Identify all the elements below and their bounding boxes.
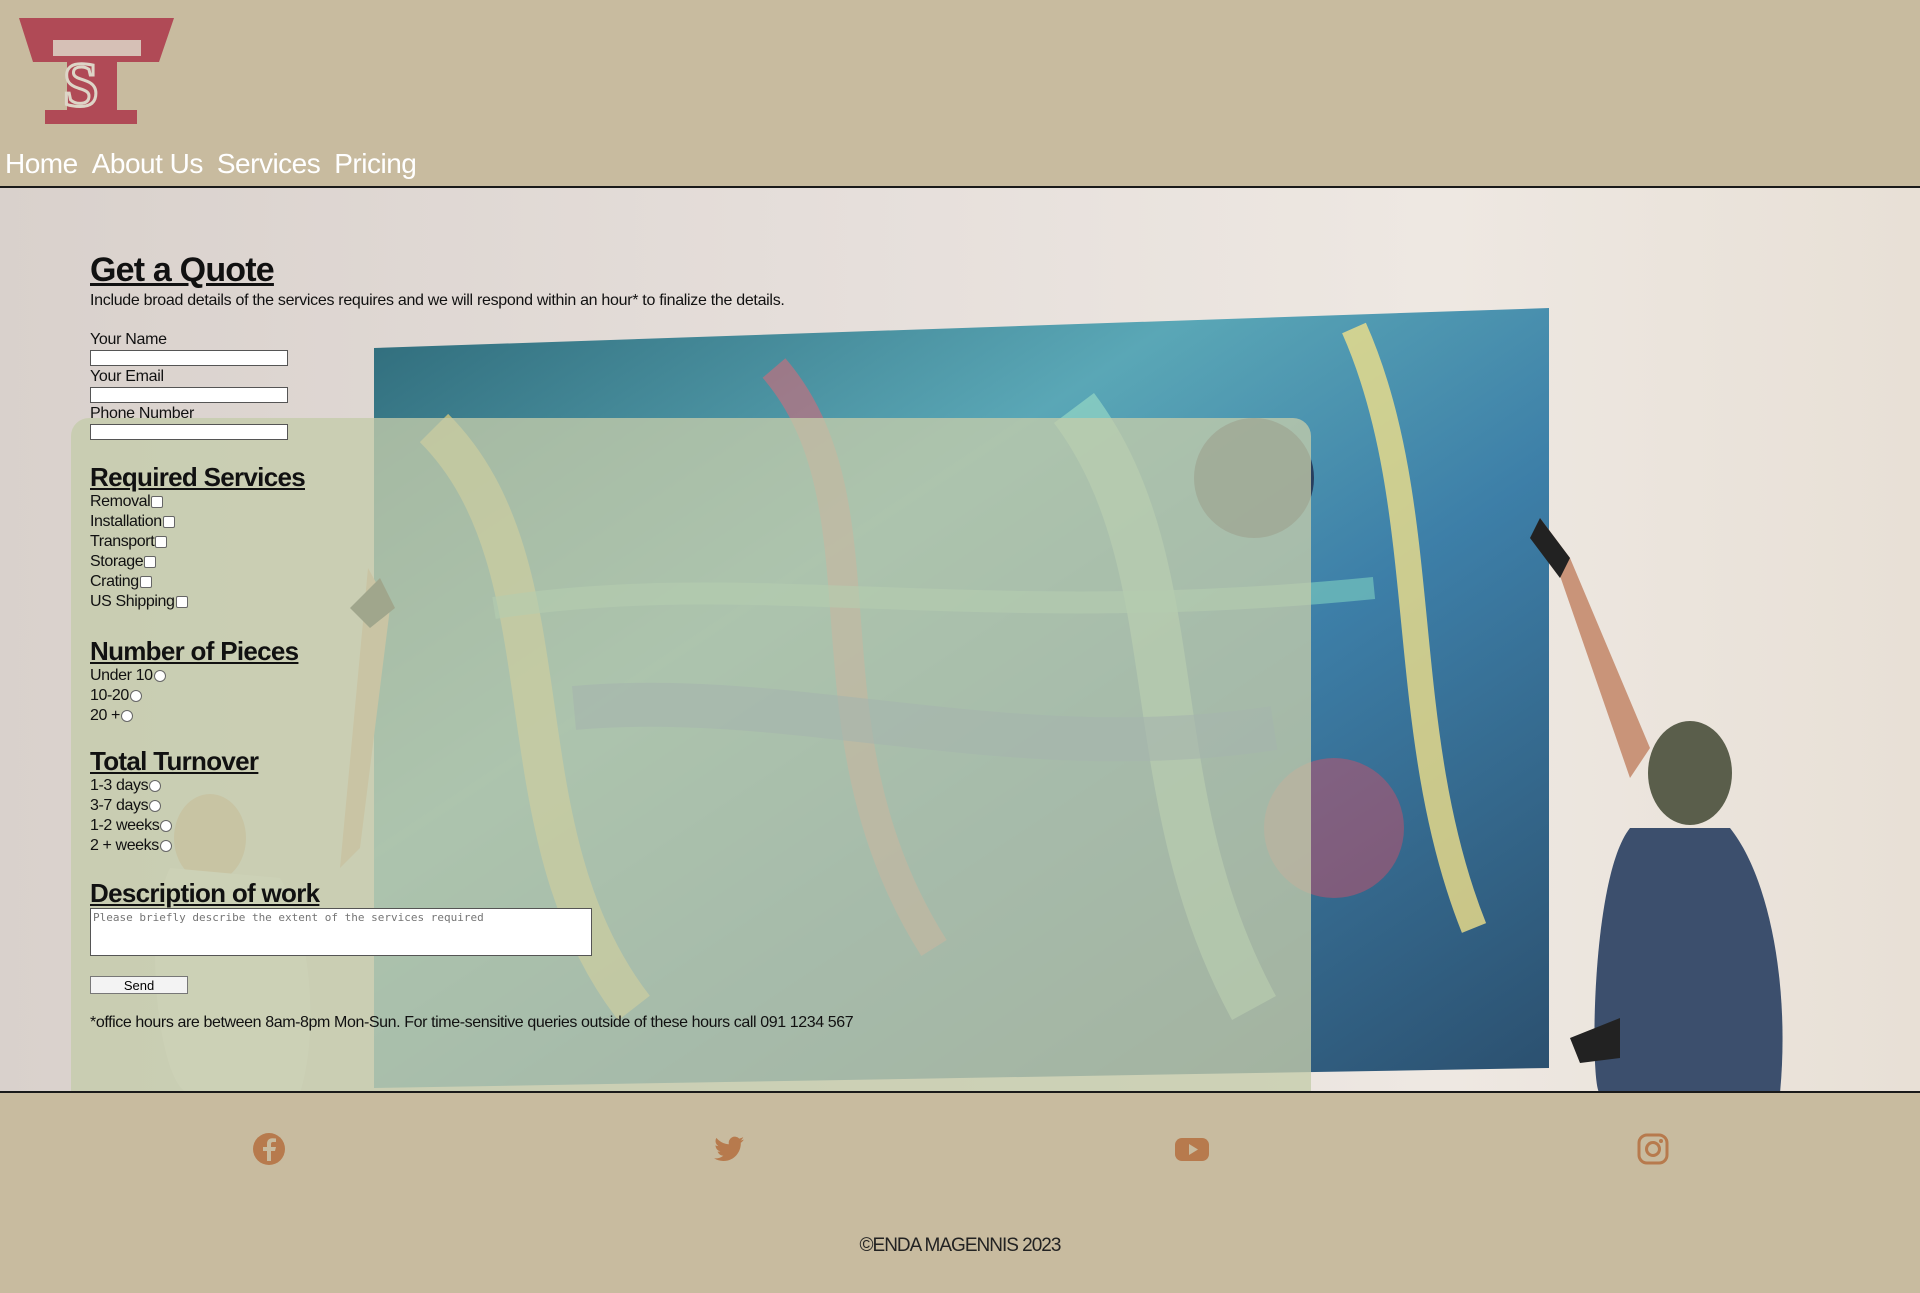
form-lead-text: Include broad details of the services re…: [90, 292, 785, 309]
service-label: Storage: [90, 553, 144, 570]
pieces-label: 10-20: [90, 687, 129, 704]
svg-text:S: S: [63, 49, 99, 120]
turnover-label: 2 + weeks: [90, 837, 159, 854]
turnover-heading: Total Turnover: [90, 746, 259, 776]
copyright-text: ©ENDA MAGENNIS 2023: [859, 1235, 1062, 1256]
turnover-option-1-3-days: 1-3 days: [90, 776, 1190, 796]
us-shipping-checkbox[interactable]: [175, 596, 188, 608]
nav-home[interactable]: Home: [5, 148, 78, 180]
service-option-installation: Installation: [90, 512, 1190, 532]
pieces-option-20-plus: 20 +: [90, 706, 1190, 726]
service-label: Installation: [90, 513, 162, 530]
form-title: Get a Quote: [90, 251, 275, 289]
service-option-removal: Removal: [90, 492, 1190, 512]
nav-services[interactable]: Services: [217, 148, 321, 180]
phone-label: Phone Number: [90, 405, 195, 422]
email-input[interactable]: [90, 387, 288, 403]
youtube-icon[interactable]: [1174, 1131, 1210, 1167]
site-header: S Home About Us Services Pricing: [0, 0, 1920, 188]
pieces-label: 20 +: [90, 707, 120, 724]
service-option-transport: Transport: [90, 532, 1190, 552]
under-10-radio[interactable]: [153, 670, 166, 682]
service-label: Transport: [90, 533, 155, 550]
1-2-weeks-radio[interactable]: [160, 820, 173, 832]
service-label: Removal: [90, 493, 151, 510]
pieces-option-under-10: Under 10: [90, 666, 1190, 686]
main-nav: Home About Us Services Pricing: [5, 148, 417, 180]
turnover-option-3-7-days: 3-7 days: [90, 796, 1190, 816]
site-footer: ©ENDA MAGENNIS 2023: [0, 1093, 1920, 1293]
turnover-option-1-2-weeks: 1-2 weeks: [90, 816, 1190, 836]
storage-checkbox[interactable]: [144, 556, 157, 568]
description-textarea[interactable]: [90, 908, 592, 956]
nav-pricing[interactable]: Pricing: [334, 148, 417, 180]
turnover-option-2-plus-weeks: 2 + weeks: [90, 836, 1190, 856]
twitter-icon[interactable]: [711, 1131, 747, 1167]
email-label: Your Email: [90, 368, 164, 385]
pieces-label: Under 10: [90, 667, 153, 684]
service-label: US Shipping: [90, 593, 175, 610]
pieces-option-10-20: 10-20: [90, 686, 1190, 706]
office-hours-note: *office hours are between 8am-8pm Mon-Su…: [90, 1014, 854, 1031]
send-button[interactable]: Send: [90, 976, 188, 994]
20-plus-radio[interactable]: [121, 710, 133, 722]
right-person-image: [1530, 518, 1783, 1091]
name-label: Your Name: [90, 331, 167, 348]
quote-form: Get a Quote Include broad details of the…: [90, 250, 1190, 1032]
10-20-radio[interactable]: [129, 690, 142, 702]
logo[interactable]: S: [19, 18, 174, 124]
facebook-icon[interactable]: [251, 1131, 287, 1167]
turnover-label: 1-2 weeks: [90, 817, 160, 834]
service-label: Crating: [90, 573, 139, 590]
removal-checkbox[interactable]: [151, 496, 164, 508]
crating-checkbox[interactable]: [139, 576, 152, 588]
2-plus-weeks-radio[interactable]: [159, 840, 172, 852]
instagram-icon[interactable]: [1635, 1131, 1671, 1167]
name-input[interactable]: [90, 350, 288, 366]
transport-checkbox[interactable]: [155, 536, 168, 548]
service-option-crating: Crating: [90, 572, 1190, 592]
turnover-label: 1-3 days: [90, 777, 149, 794]
1-3-days-radio[interactable]: [149, 780, 162, 792]
service-option-storage: Storage: [90, 552, 1190, 572]
3-7-days-radio[interactable]: [149, 800, 162, 812]
pieces-heading: Number of Pieces: [90, 636, 299, 666]
nav-about-us[interactable]: About Us: [92, 148, 204, 180]
phone-input[interactable]: [90, 424, 288, 440]
service-option-us-shipping: US Shipping: [90, 592, 1190, 612]
services-heading: Required Services: [90, 462, 306, 492]
turnover-label: 3-7 days: [90, 797, 149, 814]
installation-checkbox[interactable]: [162, 516, 175, 528]
description-heading: Description of work: [90, 878, 320, 908]
